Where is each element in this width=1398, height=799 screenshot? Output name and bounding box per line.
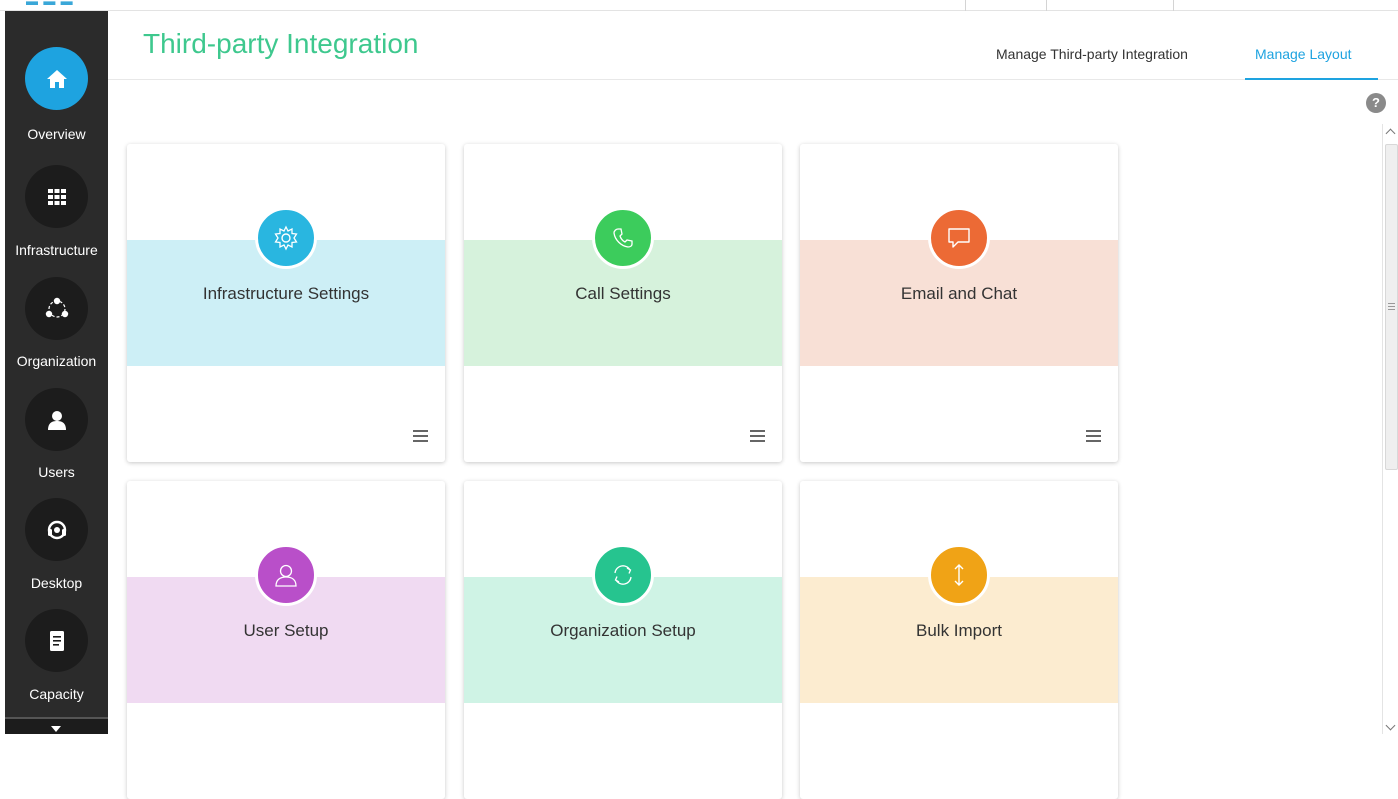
card-title: Email and Chat xyxy=(900,284,1018,303)
user-icon xyxy=(255,544,317,606)
sidebar-item-overview[interactable]: Overview xyxy=(5,47,108,157)
sidebar-item-users[interactable]: Users xyxy=(5,388,108,498)
chat-icon xyxy=(928,207,990,269)
sidebar-item-label: Organization xyxy=(16,353,97,369)
logo: ▬ ▬ ▬ xyxy=(26,0,74,8)
card-organization-setup[interactable]: Organization Setup xyxy=(464,481,782,799)
page-title: Third-party Integration xyxy=(143,28,419,59)
sidebar-item-capacity[interactable]: Capacity xyxy=(5,609,108,719)
menu-icon[interactable] xyxy=(750,430,765,442)
phone-icon xyxy=(592,207,654,269)
top-bar: ▬ ▬ ▬ xyxy=(0,0,1398,11)
scrollbar-thumb[interactable] xyxy=(1385,144,1398,470)
user-icon xyxy=(25,388,88,451)
sidebar-item-label: Users xyxy=(38,464,75,480)
menu-icon[interactable] xyxy=(1086,430,1101,442)
card-infrastructure-settings[interactable]: Infrastructure Settings xyxy=(127,144,445,462)
sidebar-item-desktop[interactable]: Desktop xyxy=(5,498,108,608)
sidebar-item-label: Infrastructure xyxy=(15,242,98,258)
card-title: Call Settings xyxy=(575,284,671,303)
active-tab-indicator xyxy=(1245,78,1378,80)
top-bar-divider xyxy=(965,0,966,11)
sidebar-item-infrastructure[interactable]: Infrastructure xyxy=(5,165,108,275)
home-icon xyxy=(25,47,88,110)
card-title: Bulk Import xyxy=(916,621,1002,640)
grid-icon xyxy=(25,165,88,228)
scroll-down-arrow-icon[interactable] xyxy=(1385,720,1396,731)
scrollbar[interactable] xyxy=(1382,124,1398,734)
sidebar-item-label: Desktop xyxy=(30,575,83,591)
tab-manage-layout[interactable]: Manage Layout xyxy=(1255,46,1352,62)
sidebar-item-organization[interactable]: Organization xyxy=(5,277,108,387)
sidebar-item-label: Overview xyxy=(27,126,86,142)
card-title: User Setup xyxy=(243,621,329,640)
menu-icon[interactable] xyxy=(413,430,428,442)
sidebar: Overview Infrastructure Organization Use… xyxy=(0,11,108,734)
import-icon xyxy=(928,544,990,606)
chevron-down-icon xyxy=(51,726,61,732)
document-icon xyxy=(25,609,88,672)
card-user-setup[interactable]: User Setup xyxy=(127,481,445,799)
card-title: Infrastructure Settings xyxy=(202,284,370,303)
card-call-settings[interactable]: Call Settings xyxy=(464,144,782,462)
headset-icon xyxy=(25,498,88,561)
header-divider xyxy=(108,79,1398,80)
organization-icon xyxy=(25,277,88,340)
top-bar-divider xyxy=(1173,0,1174,11)
gear-icon xyxy=(255,207,317,269)
tab-manage-third-party-integration[interactable]: Manage Third-party Integration xyxy=(996,46,1188,62)
scroll-up-arrow-icon[interactable] xyxy=(1385,128,1396,139)
sync-icon xyxy=(592,544,654,606)
card-title: Organization Setup xyxy=(550,621,696,640)
grip-icon xyxy=(1388,303,1395,304)
card-email-and-chat[interactable]: Email and Chat xyxy=(800,144,1118,462)
help-icon[interactable]: ? xyxy=(1366,93,1386,113)
top-bar-divider xyxy=(1046,0,1047,11)
sidebar-item-label: Capacity xyxy=(29,686,84,702)
sidebar-scroll-down-button[interactable] xyxy=(5,717,108,734)
card-bulk-import[interactable]: Bulk Import xyxy=(800,481,1118,799)
